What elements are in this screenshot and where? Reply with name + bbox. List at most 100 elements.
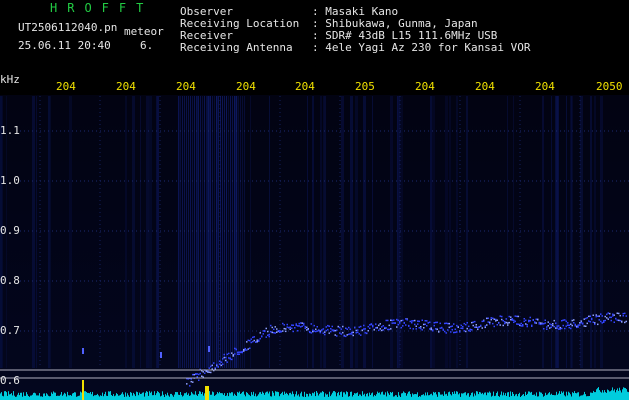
signal-point [313, 324, 315, 327]
noise-floor-bar [196, 394, 197, 400]
noise-floor-bar [329, 391, 330, 400]
signal-point [319, 331, 321, 334]
signal-point [369, 327, 371, 329]
signal-point [459, 331, 461, 333]
noise-floor-bar [488, 392, 489, 400]
signal-point [523, 318, 525, 320]
noise-column [32, 96, 35, 368]
signal-point [376, 326, 378, 329]
noise-floor-bar [391, 392, 392, 400]
noise-floor-bar [188, 393, 189, 400]
noise-floor-bar [85, 391, 86, 400]
noise-floor-bar [99, 396, 100, 400]
noise-floor-bar [535, 395, 536, 400]
noise-column [156, 96, 159, 368]
signal-point [334, 334, 336, 336]
signal-point [580, 320, 582, 322]
noise-floor-bar [363, 394, 364, 400]
signal-point [517, 315, 519, 318]
noise-floor-bar [274, 395, 275, 400]
noise-floor-bar [68, 395, 69, 400]
signal-point [606, 313, 608, 316]
noise-floor-bar [276, 391, 277, 400]
signal-point [501, 318, 503, 321]
signal-point [247, 348, 249, 350]
noise-floor-bar [403, 391, 404, 400]
signal-point [328, 332, 330, 334]
signal-point [415, 328, 417, 330]
signal-point [253, 336, 255, 338]
noise-floor-bar [607, 389, 608, 400]
noise-column [600, 96, 603, 368]
noise-floor-bar [483, 394, 484, 400]
signal-point [331, 325, 333, 328]
signal-point [544, 319, 546, 321]
noise-column [232, 96, 233, 368]
signal-point [225, 359, 227, 362]
noise-floor-bar [233, 395, 234, 400]
noise-floor-bar [464, 392, 465, 400]
signal-point [615, 318, 617, 320]
noise-floor-bar [119, 395, 120, 400]
signal-point [345, 327, 347, 329]
signal-point [315, 330, 317, 333]
x-tick: 204 [56, 80, 76, 93]
noise-floor-bar [251, 392, 252, 400]
signal-point [495, 318, 497, 321]
noise-floor-bar [604, 390, 605, 400]
noise-floor-bar [565, 396, 566, 400]
noise-floor-bar [440, 394, 441, 400]
noise-floor-bar [585, 394, 586, 400]
signal-point [370, 323, 372, 326]
noise-floor-bar [615, 392, 616, 400]
signal-point [447, 329, 449, 331]
noise-floor-bar [405, 393, 406, 400]
signal-point [274, 326, 276, 328]
signal-point [426, 320, 428, 322]
noise-floor-bar [182, 396, 183, 400]
noise-floor-bar [130, 392, 131, 400]
signal-point [490, 317, 492, 319]
noise-floor-bar [49, 396, 50, 400]
signal-point [511, 318, 513, 320]
signal-point [624, 321, 626, 324]
signal-point [310, 332, 312, 334]
noise-floor-bar [373, 396, 374, 400]
signal-point [559, 328, 561, 330]
noise-floor-bar [294, 396, 295, 400]
signal-point [624, 312, 626, 315]
noise-floor-bar [527, 393, 528, 400]
noise-floor-bar [314, 391, 315, 400]
noise-floor-bar [578, 392, 579, 400]
noise-floor-bar [61, 392, 62, 400]
signal-point [592, 314, 594, 316]
signal-point [444, 330, 446, 333]
noise-floor-bar [546, 395, 547, 400]
noise-floor-bar [321, 392, 322, 400]
signal-point [610, 319, 612, 322]
noise-floor-bar [172, 395, 173, 400]
signal-point [462, 327, 464, 330]
signal-point [229, 357, 231, 359]
noise-floor-bar [212, 391, 213, 400]
signal-point [256, 341, 258, 343]
signal-point [297, 330, 299, 332]
noise-floor-bar [4, 391, 5, 400]
signal-point [586, 322, 588, 325]
signal-point [295, 323, 297, 325]
noise-floor-bar [302, 396, 303, 400]
signal-point [244, 349, 246, 351]
noise-floor-bar [567, 395, 568, 400]
noise-floor-bar [465, 392, 466, 400]
signal-point [531, 325, 533, 327]
signal-point [325, 326, 327, 328]
noise-floor-bar [540, 392, 541, 400]
noise-floor-bar [457, 391, 458, 400]
signal-point [556, 327, 558, 329]
signal-point [256, 339, 258, 341]
noise-floor-bar [443, 395, 444, 400]
noise-floor-bar [610, 391, 611, 400]
noise-floor-bar [126, 396, 127, 400]
noise-floor-bar [0, 393, 1, 400]
noise-floor-bar [32, 394, 33, 400]
